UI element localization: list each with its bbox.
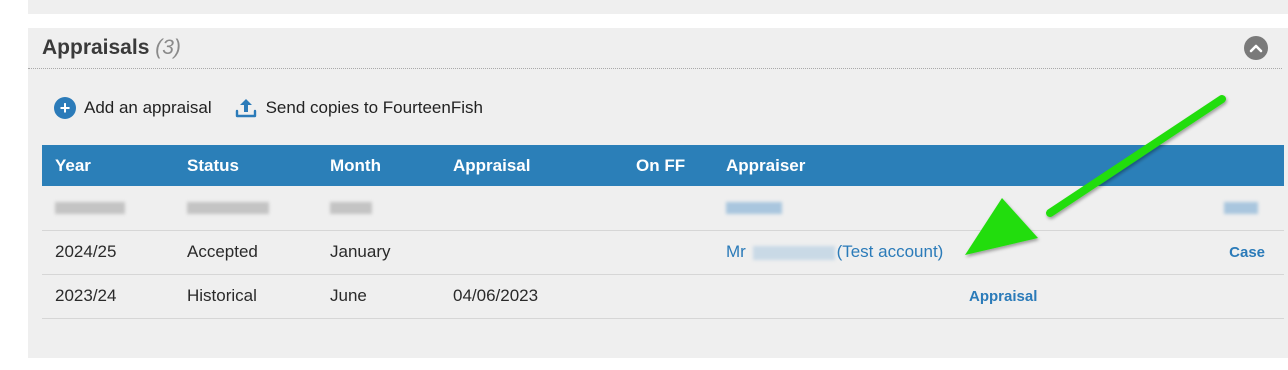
appraiser-prefix: Mr <box>726 242 746 261</box>
appraiser-suffix: (Test account) <box>836 242 944 261</box>
cell-month: January <box>330 242 391 261</box>
chevron-up-icon <box>1249 44 1263 53</box>
appraiser-link[interactable]: Mr (Test account) <box>726 242 943 261</box>
cell-status: Accepted <box>187 242 258 261</box>
cell-appraisal: 04/06/2023 <box>453 286 539 305</box>
table-row: 2023/24 Historical June 04/06/2023 Appra… <box>42 274 1284 318</box>
column-header-on-ff[interactable]: On FF <box>623 145 713 186</box>
cell-action: Case <box>1075 230 1284 274</box>
column-header-status[interactable]: Status <box>174 145 317 186</box>
redacted-name <box>752 245 835 260</box>
column-header-actions <box>1075 145 1284 186</box>
appraisal-count: (3) <box>155 36 181 59</box>
upload-icon <box>235 99 256 118</box>
previous-panel-bottom <box>28 0 1288 14</box>
cell-month: June <box>330 286 367 305</box>
column-header-year[interactable]: Year <box>42 145 174 186</box>
cell-year: 2024/25 <box>55 242 117 261</box>
cell-year: 2023/24 <box>55 286 117 305</box>
redacted-month <box>330 202 372 215</box>
add-appraisal-label: Add an appraisal <box>84 98 212 117</box>
appraisals-table: Year Status Month Appraisal On FF Apprai… <box>42 145 1284 319</box>
column-header-month[interactable]: Month <box>317 145 440 186</box>
action-bar: + Add an appraisal Send copies to Fourte… <box>54 96 505 120</box>
redacted-year <box>55 202 125 215</box>
column-header-appraiser[interactable]: Appraiser <box>713 145 1075 186</box>
column-header-appraisal[interactable]: Appraisal <box>440 145 623 186</box>
plus-circle-icon: + <box>54 97 76 119</box>
cell-on-ff <box>623 274 713 318</box>
cell-on-ff <box>623 230 713 274</box>
cell-appraiser: Mr (Test account) <box>713 230 1075 274</box>
send-copies-button[interactable]: Send copies to FourteenFish <box>234 96 483 120</box>
panel-header[interactable]: Appraisals (3) <box>28 28 1282 69</box>
panel-title-text: Appraisals <box>42 36 150 59</box>
table-row-redacted <box>42 186 1284 230</box>
panel-title: Appraisals (3) <box>42 36 181 60</box>
table-header-row: Year Status Month Appraisal On FF Apprai… <box>42 145 1284 186</box>
redacted-appraiser <box>726 202 782 215</box>
redacted-status <box>187 202 269 215</box>
send-copies-label: Send copies to FourteenFish <box>265 98 483 117</box>
redacted-action-link <box>1224 202 1258 215</box>
collapse-button[interactable] <box>1244 36 1268 60</box>
cell-status: Historical <box>187 286 257 305</box>
appraisal-link[interactable]: Appraisal <box>969 288 1037 305</box>
add-appraisal-button[interactable]: + Add an appraisal <box>54 97 212 119</box>
case-link[interactable]: Case <box>1229 244 1265 261</box>
cell-action: Appraisal <box>969 274 1284 318</box>
cell-appraisal <box>440 230 623 274</box>
appraisals-panel: Appraisals (3) + Add an appraisal Send c… <box>28 28 1288 358</box>
table-row: 2024/25 Accepted January Mr (Test accoun… <box>42 230 1284 274</box>
